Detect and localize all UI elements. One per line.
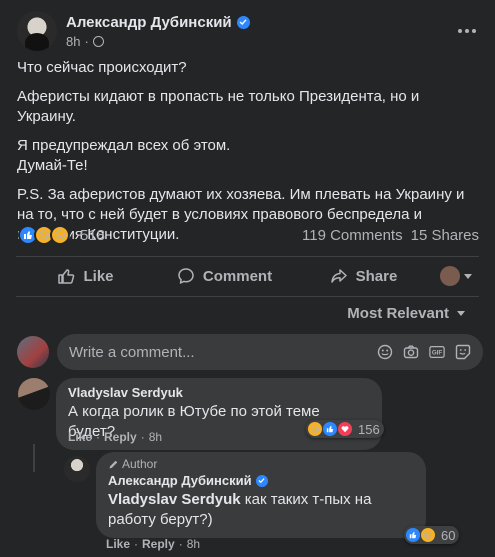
- comment-composer: GIF: [17, 334, 483, 370]
- globe-icon: [92, 35, 104, 47]
- haha-reaction-icon: 😆: [307, 421, 323, 437]
- reply-time[interactable]: 8h: [187, 537, 200, 551]
- post-paragraph: Думай-Те!: [17, 157, 88, 174]
- comment-sort-dropdown[interactable]: Most Relevant: [347, 305, 465, 322]
- like-label: Like: [83, 267, 114, 285]
- separator-dot: ·: [140, 430, 145, 444]
- more-icon[interactable]: [455, 19, 479, 43]
- reaction-count: 60: [441, 527, 456, 543]
- verified-icon: [255, 474, 268, 487]
- post-header: Александр Дубинский 8h ·: [17, 11, 479, 51]
- divider: [16, 296, 479, 297]
- sticker-icon[interactable]: [455, 344, 471, 360]
- commenter-avatar[interactable]: [18, 378, 50, 410]
- thread-line: [33, 444, 35, 472]
- share-count[interactable]: 15 Shares: [411, 227, 479, 244]
- separator-dot: ·: [134, 537, 139, 551]
- author-badge-label: Author: [122, 457, 158, 471]
- author-name[interactable]: Александр Дубинский: [66, 14, 232, 31]
- verified-icon: [236, 15, 250, 29]
- share-icon: [330, 269, 347, 283]
- comment-input[interactable]: [69, 343, 377, 361]
- reaction-profile-selector[interactable]: [433, 266, 479, 286]
- reply-reply-link[interactable]: Reply: [142, 537, 175, 551]
- separator-dot: ·: [84, 33, 89, 49]
- post-paragraph: Я предупреждал всех об этом.: [17, 137, 231, 154]
- mention-link[interactable]: Vladyslav Serdyuk: [108, 491, 241, 508]
- post-meta: 8h ·: [66, 34, 250, 49]
- sort-label: Most Relevant: [347, 305, 449, 322]
- chevron-down-icon: [457, 311, 465, 316]
- author-name-row: Александр Дубинский: [66, 14, 250, 31]
- post-paragraph: Аферисты кидают в пропасть не только Пре…: [17, 88, 420, 125]
- like-icon: [58, 269, 75, 284]
- share-button[interactable]: Share: [294, 258, 433, 294]
- wow-reaction-icon: 😮: [50, 225, 70, 245]
- camera-icon[interactable]: [403, 344, 419, 360]
- like-reaction-icon: [405, 527, 421, 543]
- comment-icon: [178, 268, 194, 284]
- reaction-count[interactable]: 518: [80, 227, 105, 244]
- commenter-name[interactable]: Vladyslav Serdyuk: [68, 385, 370, 400]
- author-avatar[interactable]: [17, 11, 57, 51]
- post-time[interactable]: 8h: [66, 34, 80, 49]
- separator-dot: ·: [96, 430, 101, 444]
- reply-name-row: Александр Дубинский: [108, 473, 414, 488]
- comment-like-link[interactable]: Like: [68, 430, 92, 444]
- reply-meta: Like · Reply · 8h: [106, 537, 200, 551]
- comment-count[interactable]: 119 Comments: [302, 227, 403, 244]
- separator-dot: ·: [178, 537, 183, 551]
- haha-reaction-icon: 😆: [420, 527, 436, 543]
- reply-author-name[interactable]: Александр Дубинский: [108, 473, 252, 488]
- gif-icon[interactable]: GIF: [429, 344, 445, 360]
- like-button[interactable]: Like: [16, 258, 155, 294]
- action-bar: Like Comment Share: [16, 258, 479, 294]
- comment-reply-link[interactable]: Reply: [104, 430, 137, 444]
- svg-text:GIF: GIF: [432, 350, 443, 357]
- emoji-icon[interactable]: [377, 344, 393, 360]
- reply-text: Vladyslav Serdyuk как таких т-пых на раб…: [108, 490, 414, 530]
- author-block: Александр Дубинский 8h ·: [66, 14, 250, 49]
- stats-right: 119 Comments 15 Shares: [302, 227, 479, 244]
- user-avatar[interactable]: [17, 336, 49, 368]
- share-label: Share: [355, 267, 398, 285]
- comment-label: Comment: [202, 267, 273, 285]
- composer-icons: GIF: [377, 344, 471, 360]
- reply-bubble: Author Александр Дубинский Vladyslav Ser…: [96, 452, 426, 538]
- like-reaction-icon: [322, 421, 338, 437]
- reply-avatar[interactable]: [64, 456, 90, 482]
- author-badge: Author: [108, 457, 414, 471]
- comment-time[interactable]: 8h: [149, 430, 162, 444]
- chevron-down-icon: [464, 273, 472, 279]
- comment-meta: Like · Reply · 8h: [68, 430, 162, 444]
- profile-avatar: [440, 266, 460, 286]
- love-reaction-icon: [337, 421, 353, 437]
- reply-item: Author Александр Дубинский Vladyslav Ser…: [64, 452, 426, 538]
- reply-like-link[interactable]: Like: [106, 537, 130, 551]
- reaction-stats: 😆 😮 518 119 Comments 15 Shares: [18, 223, 479, 247]
- pencil-icon: [109, 460, 118, 468]
- comment-reactions[interactable]: 😆 156: [306, 420, 384, 438]
- divider: [16, 256, 479, 257]
- reply-reactions[interactable]: 😆 60: [404, 526, 460, 544]
- post-paragraph: Что сейчас происходит?: [17, 59, 187, 76]
- reaction-count: 156: [358, 421, 380, 437]
- comment-box[interactable]: GIF: [57, 334, 483, 370]
- reaction-icons[interactable]: 😆 😮: [18, 225, 70, 245]
- comment-button[interactable]: Comment: [155, 258, 294, 294]
